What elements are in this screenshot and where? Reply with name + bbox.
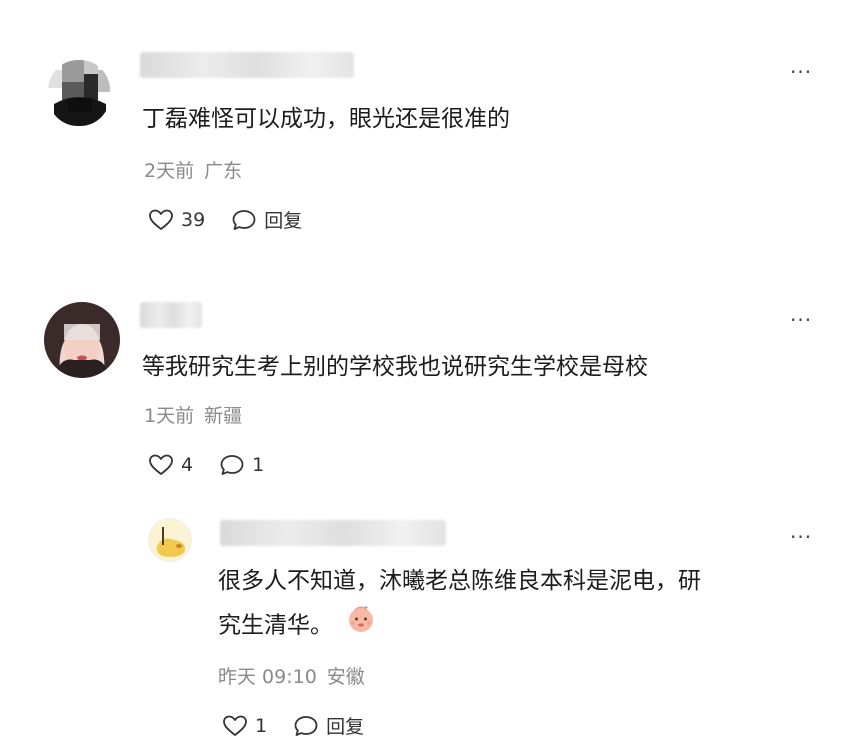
- comment-meta: 1天前 新疆: [144, 407, 242, 426]
- reply-text-line2-content: 究生清华。: [218, 612, 333, 639]
- comment-bubble-icon: [232, 209, 256, 230]
- reply-label: 回复: [264, 210, 303, 232]
- comment-bubble-icon: [220, 455, 244, 475]
- comment-bubble-icon: [294, 715, 318, 736]
- like-button[interactable]: 1: [222, 714, 267, 738]
- comment-location: 新疆: [204, 405, 243, 427]
- reply-label: 回复: [326, 716, 365, 738]
- comment-time: 2天前: [144, 160, 195, 182]
- like-button[interactable]: 39: [148, 208, 205, 232]
- comment-text: 丁磊难怪可以成功，眼光还是很准的: [142, 106, 510, 132]
- reply-location: 安徽: [326, 666, 365, 688]
- avatar[interactable]: [48, 60, 110, 126]
- baby-face-emoji-icon: [346, 604, 376, 648]
- reply-actions: 1 回复: [222, 712, 390, 739]
- more-options-icon[interactable]: ···: [790, 310, 812, 330]
- reply-time: 昨天 09:10: [218, 666, 317, 688]
- like-count: 4: [181, 454, 194, 476]
- username-blurred[interactable]: [140, 302, 202, 328]
- heart-icon: [223, 715, 247, 736]
- reply-button[interactable]: 回复: [231, 206, 302, 233]
- like-count: 1: [255, 714, 268, 737]
- reply-text-line2: 究生清华。: [218, 604, 376, 648]
- like-count: 39: [181, 208, 206, 231]
- avatar[interactable]: [44, 302, 120, 378]
- reply-count: 1: [252, 454, 265, 476]
- comment-time: 1天前: [144, 405, 195, 427]
- reply-button[interactable]: 1: [219, 453, 264, 477]
- comment-meta: 2天前 广东: [144, 162, 242, 181]
- reply-button[interactable]: 回复: [293, 712, 364, 739]
- comment-actions: 4 1: [148, 453, 290, 477]
- comment-location: 广东: [204, 160, 243, 182]
- comment-actions: 39 回复: [148, 206, 328, 233]
- more-options-icon[interactable]: ···: [790, 527, 812, 547]
- avatar[interactable]: [148, 518, 192, 562]
- like-button[interactable]: 4: [148, 453, 193, 477]
- username-blurred[interactable]: [140, 52, 354, 78]
- reply-text-line1: 很多人不知道，沐曦老总陈维良本科是泥电，研: [218, 568, 701, 594]
- reply-meta: 昨天 09:10 安徽: [218, 668, 365, 687]
- heart-icon: [149, 454, 173, 475]
- heart-icon: [149, 209, 173, 230]
- more-options-icon[interactable]: ···: [790, 62, 812, 82]
- comment-text: 等我研究生考上别的学校我也说研究生学校是母校: [142, 354, 648, 380]
- username-blurred[interactable]: [220, 520, 446, 546]
